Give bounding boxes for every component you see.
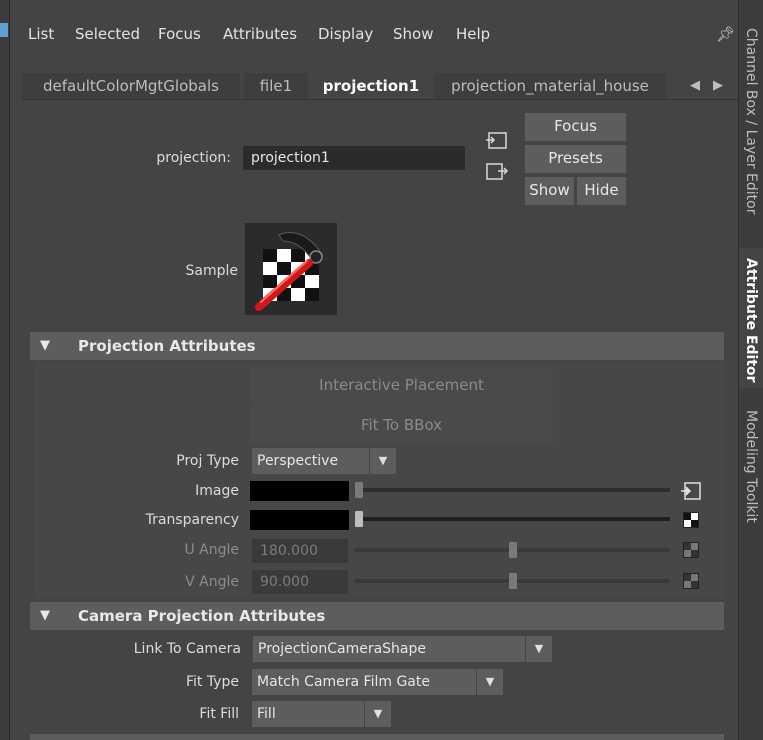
sample-swatch[interactable] [245, 223, 337, 315]
hide-button[interactable]: Hide [577, 177, 626, 205]
menu-bar: List Selected Focus Attributes Display S… [10, 0, 738, 68]
input-connection-icon[interactable] [484, 130, 510, 152]
fit-type-label: Fit Type [185, 674, 239, 690]
left-edge-strip [0, 0, 10, 740]
menu-attributes[interactable]: Attributes [223, 25, 297, 43]
checker-map-icon[interactable] [683, 573, 699, 589]
chevron-down-icon: ▼ [476, 669, 503, 695]
image-label: Image [195, 483, 239, 499]
tab-channel-box-layer-editor[interactable]: Channel Box / Layer Editor [739, 18, 763, 243]
triangle-down-icon: ▼ [40, 338, 50, 353]
interactive-placement-button[interactable]: Interactive Placement [250, 366, 553, 404]
v-angle-field[interactable]: 90.000 [252, 570, 348, 594]
tab-projection-material-house[interactable]: projection_material_house [434, 73, 666, 99]
proj-type-value: Perspective [257, 453, 339, 469]
menu-display[interactable]: Display [318, 25, 373, 43]
proj-type-label: Proj Type [176, 453, 239, 469]
fit-fill-dropdown[interactable]: Fill ▼ [252, 701, 391, 727]
link-to-camera-value: ProjectionCameraShape [258, 641, 427, 657]
image-slider-handle[interactable] [355, 482, 363, 498]
menu-selected[interactable]: Selected [75, 25, 140, 43]
chevron-down-icon: ▼ [525, 636, 552, 662]
chevron-down-icon: ▼ [369, 448, 396, 474]
pin-icon[interactable]: 📌︎ [716, 25, 735, 43]
image-color-swatch[interactable] [250, 481, 349, 501]
u-angle-slider-handle[interactable] [509, 542, 517, 558]
show-button[interactable]: Show [525, 177, 574, 205]
tab-attribute-editor[interactable]: Attribute Editor [739, 248, 763, 388]
node-tab-bar: defaultColorMgtGlobals file1 projection1… [22, 73, 738, 99]
fit-type-dropdown[interactable]: Match Camera Film Gate ▼ [252, 669, 503, 695]
node-name-field[interactable]: projection1 [243, 146, 465, 170]
output-connection-icon[interactable] [484, 161, 510, 183]
transparency-label: Transparency [145, 512, 239, 528]
image-slider-track[interactable] [355, 488, 670, 492]
tab-modeling-toolkit[interactable]: Modeling Toolkit [739, 400, 763, 550]
transparency-slider-handle[interactable] [355, 511, 363, 527]
menu-show[interactable]: Show [393, 25, 433, 43]
u-angle-label: U Angle [184, 542, 239, 558]
tab-divider [22, 99, 738, 100]
section-title: Camera Projection Attributes [78, 607, 326, 625]
v-angle-slider-handle[interactable] [509, 573, 517, 589]
projection-node-icon [255, 232, 324, 311]
right-side-tab-panel: Channel Box / Layer Editor Attribute Edi… [738, 0, 763, 740]
link-to-camera-label: Link To Camera [133, 641, 241, 657]
fit-fill-label: Fit Fill [199, 706, 239, 722]
u-angle-field[interactable]: 180.000 [252, 539, 348, 563]
arrow-left-icon[interactable]: ◀ [690, 78, 700, 93]
checker-map-icon[interactable] [683, 542, 699, 558]
map-button-icon[interactable] [680, 481, 702, 501]
checker-map-icon[interactable] [683, 512, 699, 528]
focus-button[interactable]: Focus [525, 113, 626, 141]
transparency-color-swatch[interactable] [250, 510, 349, 530]
presets-button[interactable]: Presets [525, 145, 626, 173]
fit-fill-value: Fill [257, 706, 276, 722]
tab-projection1[interactable]: projection1 [312, 73, 430, 99]
proj-type-dropdown[interactable]: Perspective ▼ [252, 448, 396, 474]
v-angle-label: V Angle [185, 574, 239, 590]
fit-to-bbox-button[interactable]: Fit To BBox [250, 406, 553, 444]
left-edge-marker [0, 23, 8, 37]
transparency-slider-track[interactable] [355, 517, 670, 521]
fit-type-value: Match Camera Film Gate [257, 674, 430, 690]
menu-focus[interactable]: Focus [158, 25, 201, 43]
camera-projection-attributes-header[interactable]: ▼ Camera Projection Attributes [30, 602, 724, 630]
menu-list[interactable]: List [28, 25, 54, 43]
link-to-camera-dropdown[interactable]: ProjectionCameraShape ▼ [253, 636, 552, 662]
node-type-label: projection: [156, 150, 231, 166]
next-section-header[interactable] [30, 734, 724, 740]
arrow-right-icon[interactable]: ▶ [713, 78, 723, 93]
tab-defaultcolormgtglobals[interactable]: defaultColorMgtGlobals [22, 73, 240, 99]
triangle-down-icon: ▼ [40, 608, 50, 623]
projection-attributes-header[interactable]: ▼ Projection Attributes [30, 332, 724, 360]
chevron-down-icon: ▼ [364, 701, 391, 727]
sample-label: Sample [185, 263, 239, 279]
section-title: Projection Attributes [78, 337, 256, 355]
tab-file1[interactable]: file1 [244, 73, 308, 99]
menu-help[interactable]: Help [456, 25, 490, 43]
